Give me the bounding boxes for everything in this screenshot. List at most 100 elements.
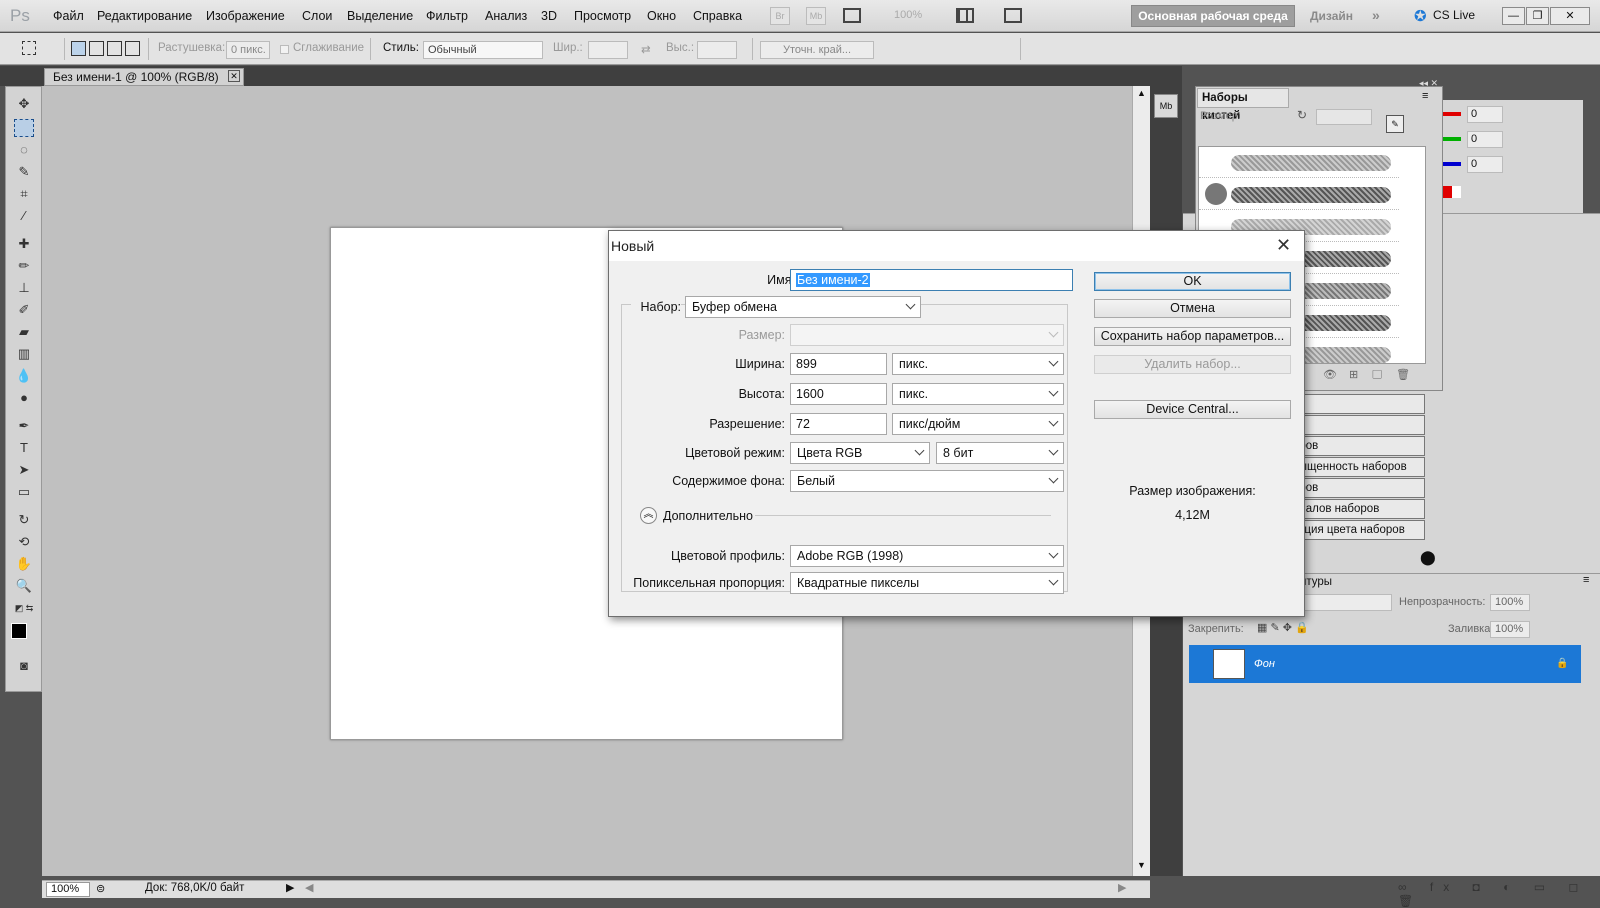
dialog-close-icon[interactable]: ✕: [1276, 235, 1291, 256]
restore-icon[interactable]: ❐: [1526, 7, 1549, 25]
menu-analysis[interactable]: Анализ: [485, 9, 527, 23]
resolution-unit-select[interactable]: пикс/дюйм: [892, 413, 1064, 435]
preset-list-item[interactable]: аналов наборов: [1290, 499, 1425, 519]
preset-list-item[interactable]: [1290, 394, 1425, 414]
close-tab-icon[interactable]: ✕: [228, 70, 240, 82]
quick-mask-icon[interactable]: ◙: [14, 657, 34, 675]
minibridge-button[interactable]: Mb: [806, 7, 826, 25]
bridge-button[interactable]: Br: [770, 7, 790, 25]
eraser-tool-icon[interactable]: ▰: [14, 323, 34, 341]
feather-field[interactable]: 0 пикс.: [226, 41, 270, 59]
advanced-toggle-icon[interactable]: ︽: [640, 507, 657, 524]
stamp-tool-icon[interactable]: ⊥: [14, 279, 34, 297]
history-brush-tool-icon[interactable]: ✐: [14, 301, 34, 319]
default-colors-icon[interactable]: ◩ ⇆: [14, 599, 34, 617]
eyedropper-tool-icon[interactable]: ⁄: [14, 207, 34, 225]
scroll-left-icon[interactable]: ◀: [305, 881, 313, 894]
preset-list-item[interactable]: оров: [1290, 478, 1425, 498]
resolution-field[interactable]: 72: [790, 413, 887, 435]
brush-panel-menu-icon[interactable]: ≡: [1422, 90, 1428, 102]
scroll-down-icon[interactable]: ▼: [1137, 860, 1146, 870]
scroll-right-icon[interactable]: ▶: [1118, 881, 1126, 894]
green-value[interactable]: 0: [1467, 131, 1503, 148]
bit-depth-select[interactable]: 8 бит: [936, 442, 1064, 464]
background-select[interactable]: Белый: [790, 470, 1064, 492]
blue-slider[interactable]: [1443, 162, 1461, 166]
lock-icons[interactable]: ▦ ✎ ✥ 🔒: [1257, 621, 1309, 634]
save-preset-button[interactable]: Сохранить набор параметров...: [1094, 327, 1291, 346]
color-profile-select[interactable]: Adobe RGB (1998): [790, 545, 1064, 567]
path-select-tool-icon[interactable]: ➤: [14, 461, 34, 479]
brush-footer-icons[interactable]: 👁⊞◻🗑: [1323, 368, 1422, 381]
advanced-label[interactable]: Дополнительно: [663, 509, 753, 523]
menu-window[interactable]: Окно: [647, 9, 676, 23]
preset-list-item[interactable]: сыщенность наборов: [1290, 457, 1425, 477]
zoom-level[interactable]: 100%: [894, 9, 922, 21]
preset-list-item[interactable]: екция цвета наборов: [1290, 520, 1425, 540]
move-tool-icon[interactable]: ✥: [14, 95, 34, 113]
fill-field[interactable]: 100%: [1490, 621, 1530, 638]
cslive-button[interactable]: CS Live: [1433, 8, 1475, 22]
antialias-checkbox[interactable]: [280, 45, 289, 54]
marquee-tool-preset-icon[interactable]: [22, 41, 36, 55]
menu-image[interactable]: Изображение: [206, 9, 285, 23]
intersect-selection-icon[interactable]: [125, 41, 140, 56]
arrange-documents-icon[interactable]: [956, 8, 974, 23]
menu-file[interactable]: Файл: [53, 9, 84, 23]
brush-size-field[interactable]: [1316, 109, 1372, 125]
zoom-field[interactable]: 100%: [46, 882, 90, 897]
ok-button[interactable]: OK: [1094, 272, 1291, 291]
device-central-button[interactable]: Device Central...: [1094, 400, 1291, 419]
color-mode-select[interactable]: Цвета RGB: [790, 442, 930, 464]
blue-value[interactable]: 0: [1467, 156, 1503, 173]
menu-view[interactable]: Просмотр: [574, 9, 631, 23]
more-workspaces-icon[interactable]: »: [1372, 7, 1380, 23]
brush-panel-icon[interactable]: ✎: [1386, 115, 1404, 133]
add-selection-icon[interactable]: [89, 41, 104, 56]
height-field[interactable]: [697, 41, 737, 59]
layer-row-background[interactable]: [1189, 645, 1581, 683]
view-extras-icon[interactable]: [843, 8, 861, 23]
3d-rotate-tool-icon[interactable]: ↻: [14, 511, 34, 529]
new-selection-icon[interactable]: [71, 41, 86, 56]
zoom-tool-icon[interactable]: 🔍: [14, 577, 34, 595]
marquee-tool-icon[interactable]: [14, 119, 34, 137]
dodge-tool-icon[interactable]: ●: [14, 389, 34, 407]
cancel-button[interactable]: Отмена: [1094, 299, 1291, 318]
preset-select[interactable]: Буфер обмена: [685, 296, 921, 318]
height-field[interactable]: 1600: [790, 383, 887, 405]
color-ramp[interactable]: [1443, 186, 1461, 198]
panel-menu-icon[interactable]: ≡: [1583, 574, 1589, 586]
layer-name[interactable]: Фон: [1254, 658, 1275, 670]
status-info-icon[interactable]: ⊜: [96, 882, 105, 895]
scroll-up-icon[interactable]: ▲: [1137, 88, 1146, 98]
crop-tool-icon[interactable]: ⌗: [14, 185, 34, 203]
width-field[interactable]: [588, 41, 628, 59]
menu-filter[interactable]: Фильтр: [426, 9, 468, 23]
brush-preset-row[interactable]: [1199, 179, 1399, 210]
menu-select[interactable]: Выделение: [347, 9, 413, 23]
style-select[interactable]: Обычный: [423, 41, 543, 59]
preset-list-item[interactable]: оров: [1290, 436, 1425, 456]
menu-help[interactable]: Справка: [693, 9, 742, 23]
foreground-color-swatch[interactable]: [11, 623, 27, 639]
height-unit-select[interactable]: пикс.: [892, 383, 1064, 405]
menu-layers[interactable]: Слои: [302, 9, 332, 23]
lasso-tool-icon[interactable]: ◌: [14, 141, 34, 159]
swap-icon[interactable]: ⇄: [641, 42, 651, 56]
screen-mode-icon[interactable]: [1004, 8, 1022, 23]
brush-presets-tab[interactable]: Наборы кистей: [1197, 88, 1289, 122]
3d-orbit-tool-icon[interactable]: ⟲: [14, 533, 34, 551]
pixel-aspect-select[interactable]: Квадратные пикселы: [790, 572, 1064, 594]
workspace-design-button[interactable]: Дизайн: [1310, 9, 1353, 23]
gradient-tool-icon[interactable]: ▥: [14, 345, 34, 363]
brush-preset-row[interactable]: [1199, 147, 1399, 178]
panel-collapse-icon[interactable]: ◂◂ ✕: [1419, 78, 1438, 89]
hand-tool-icon[interactable]: ✋: [14, 555, 34, 573]
subtract-selection-icon[interactable]: [107, 41, 122, 56]
opacity-field[interactable]: 100%: [1490, 594, 1530, 611]
document-tab[interactable]: Без имени-1 @ 100% (RGB/8) ✕: [44, 68, 244, 86]
reset-size-icon[interactable]: ↻: [1297, 108, 1307, 122]
red-value[interactable]: 0: [1467, 106, 1503, 123]
refine-edge-button[interactable]: Уточн. край...: [760, 41, 874, 59]
